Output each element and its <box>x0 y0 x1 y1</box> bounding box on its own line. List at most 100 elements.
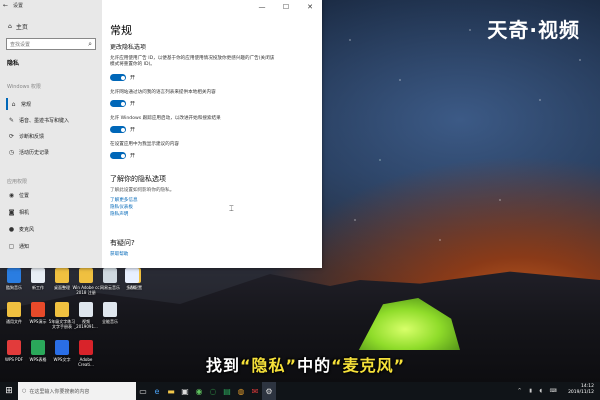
question-heading: 有疑问? <box>110 239 135 247</box>
maximize-icon[interactable]: ☐ <box>274 0 298 14</box>
system-tray-icons[interactable]: ^ ▮ ◖ ⌨ <box>517 388 560 394</box>
app-icon <box>55 302 69 317</box>
sidebar-item-label: 麦克风 <box>19 226 35 233</box>
option-toggle[interactable]: 开 <box>110 126 135 133</box>
sidebar-item[interactable]: ◙ 相机 <box>6 206 98 218</box>
desktop-icon[interactable]: 桌面整理 <box>50 268 74 290</box>
toggle-state: 开 <box>130 153 136 159</box>
mail-icon[interactable]: ✉ <box>248 382 262 400</box>
option-toggle[interactable]: 开 <box>110 74 135 81</box>
close-icon[interactable]: ✕ <box>298 0 322 14</box>
wps-icon[interactable]: ▤ <box>220 382 234 400</box>
settings-sidebar: ← 设置 ⌂ 主页 查找设置 ⌕ 隐私 Windows 权限 应用权限 ⌂ 常规 ✎… <box>0 0 102 268</box>
settings-window: ← 设置 ⌂ 主页 查找设置 ⌕ 隐私 Windows 权限 应用权限 ⌂ 常规 ✎… <box>0 0 322 268</box>
chrome-icon[interactable]: ◉ <box>192 382 206 400</box>
sidebar-item-label: 相机 <box>19 209 30 216</box>
app-icon <box>7 268 21 283</box>
group-label-windows-permissions: Windows 权限 <box>7 84 41 90</box>
windows-start-icon[interactable]: ⊞ <box>0 382 18 400</box>
browser-icon[interactable]: ◍ <box>234 382 248 400</box>
back-arrow-icon[interactable]: ← <box>3 2 8 9</box>
sidebar-item[interactable]: ✎ 语音、墨迹书写和键入 <box>6 114 98 126</box>
option-text: 在设置应用中为我显示建议的内容 <box>110 142 179 147</box>
subtitle-part: 中的 <box>297 356 332 375</box>
edge-icon[interactable]: e <box>150 382 164 400</box>
notification-icon: ▢ <box>8 242 15 250</box>
sidebar-item-label: 常规 <box>21 101 32 108</box>
sidebar-item[interactable]: ▢ 通知 <box>6 240 98 252</box>
desktop-icon[interactable]: Win Adobe cc 2018 注册 <box>72 268 100 295</box>
clock-date: 2019/11/12 <box>568 390 594 395</box>
home-link[interactable]: ⌂ 主页 <box>8 22 28 31</box>
search-placeholder: 查找设置 <box>10 42 31 48</box>
desktop-icon[interactable]: SAKI <box>120 268 144 290</box>
desktop-icon[interactable]: WPS文字 <box>50 340 74 362</box>
group-label-app-permissions: 应用权限 <box>7 179 28 185</box>
history-icon: ◷ <box>8 148 15 156</box>
desktop-icon-label: Adobe Creati... <box>78 357 94 367</box>
link-privacy-statement[interactable]: 隐私声明 <box>110 211 128 217</box>
app-icon <box>7 302 21 317</box>
sidebar-item[interactable]: ⌂ 常规 <box>6 98 98 110</box>
toggle-switch[interactable] <box>110 74 126 81</box>
minimize-icon[interactable]: — <box>250 0 274 14</box>
option-text: 允许应用使用广告 ID，以便基于你的应用使用情况投放你更感兴趣的广告(关闭该模式… <box>110 56 275 67</box>
toggle-state: 开 <box>130 101 136 107</box>
desktop-icon[interactable]: Adobe Creati... <box>74 340 98 367</box>
app-icon <box>7 340 21 355</box>
toggle-state: 开 <box>130 127 136 133</box>
toggle-switch[interactable] <box>110 152 126 159</box>
sidebar-item[interactable]: ◷ 活动历史记录 <box>6 146 98 158</box>
desktop-icon[interactable]: 全能音乐 <box>98 302 122 324</box>
link-privacy-dashboard[interactable]: 隐私仪表板 <box>110 204 133 210</box>
option-toggle[interactable]: 开 <box>110 100 135 107</box>
desktop: 天奇·视频 找到“隐私”中的“麦克风” 酷狗音乐 新工作 桌面整理 Win Adobe… <box>0 0 600 382</box>
subtitle-part: 找到 <box>206 356 241 375</box>
option-toggle[interactable]: 开 <box>110 152 135 159</box>
taskbar: ⊞ ○ 在这里输入你要搜索的内容 ▭ e ▬ ▣ ◉ ◌ ▤ ◍ ✉ ⚙ ^ ▮… <box>0 382 600 400</box>
link-learn-more[interactable]: 了解更多信息 <box>110 197 138 203</box>
subtitle-part-highlight: “隐私” <box>240 356 298 375</box>
desktop-icon[interactable]: 5年级文字练习 文字手册表 <box>49 302 75 329</box>
desktop-icon[interactable]: WPS表格 <box>26 340 50 362</box>
watermark: 天奇·视频 <box>487 18 580 42</box>
toggle-state: 开 <box>130 75 136 81</box>
video-subtitle: 找到“隐私”中的“麦克风” <box>206 352 405 376</box>
sidebar-item[interactable]: ◉ 位置 <box>6 189 98 201</box>
sidebar-item[interactable]: ⟳ 诊断和反馈 <box>6 130 98 142</box>
sidebar-item-label: 活动历史记录 <box>19 149 50 156</box>
section-title: 隐私 <box>7 60 20 67</box>
task-view-icon[interactable]: ▭ <box>136 382 150 400</box>
desktop-icon[interactable]: WPS PDF <box>2 340 26 362</box>
app-icon <box>103 302 117 317</box>
home-icon: ⌂ <box>8 23 12 30</box>
app-icon <box>55 268 69 283</box>
app-icon <box>79 340 93 355</box>
settings-content: — ☐ ✕ 常规 更改隐私选项 允许应用使用广告 ID，以便基于你的应用使用情况… <box>102 0 322 268</box>
app-icon <box>79 268 93 283</box>
taskbar-search-input[interactable]: ○ 在这里输入你要搜索的内容 <box>18 382 136 400</box>
option-text: 允许 Windows 跟踪应用启动，以改进开始和搜索结果 <box>110 116 221 121</box>
sidebar-item[interactable]: ● 麦克风 <box>6 223 98 235</box>
file-explorer-icon[interactable]: ▬ <box>164 382 178 400</box>
settings-search-input[interactable]: 查找设置 ⌕ <box>6 38 96 50</box>
link-get-help[interactable]: 获取帮助 <box>110 251 128 257</box>
settings-gear-icon[interactable]: ⚙ <box>262 382 276 400</box>
store-icon[interactable]: ▣ <box>178 382 192 400</box>
desktop-icon[interactable]: 视频_2019091... <box>74 302 98 329</box>
toggle-switch[interactable] <box>110 126 126 133</box>
microphone-icon: ● <box>8 225 15 233</box>
desktop-icon[interactable]: 酷狗音乐 <box>2 268 26 290</box>
sidebar-item-label: 诊断和反馈 <box>19 133 45 140</box>
wechat-icon[interactable]: ◌ <box>206 382 220 400</box>
toggle-switch[interactable] <box>110 100 126 107</box>
desktop-icon[interactable]: 新工作 <box>26 268 50 290</box>
taskbar-search-placeholder: 在这里输入你要搜索的内容 <box>29 388 90 395</box>
search-icon: ⌕ <box>88 40 92 48</box>
desktop-icon-label: SAKI <box>127 285 137 290</box>
search-icon: ○ <box>22 388 27 394</box>
clock[interactable]: 14:12 2019/11/12 <box>568 384 594 396</box>
camera-icon: ◙ <box>8 208 15 216</box>
desktop-icon[interactable]: WPS演示 <box>26 302 50 324</box>
desktop-icon[interactable]: 通用文件 <box>2 302 26 324</box>
